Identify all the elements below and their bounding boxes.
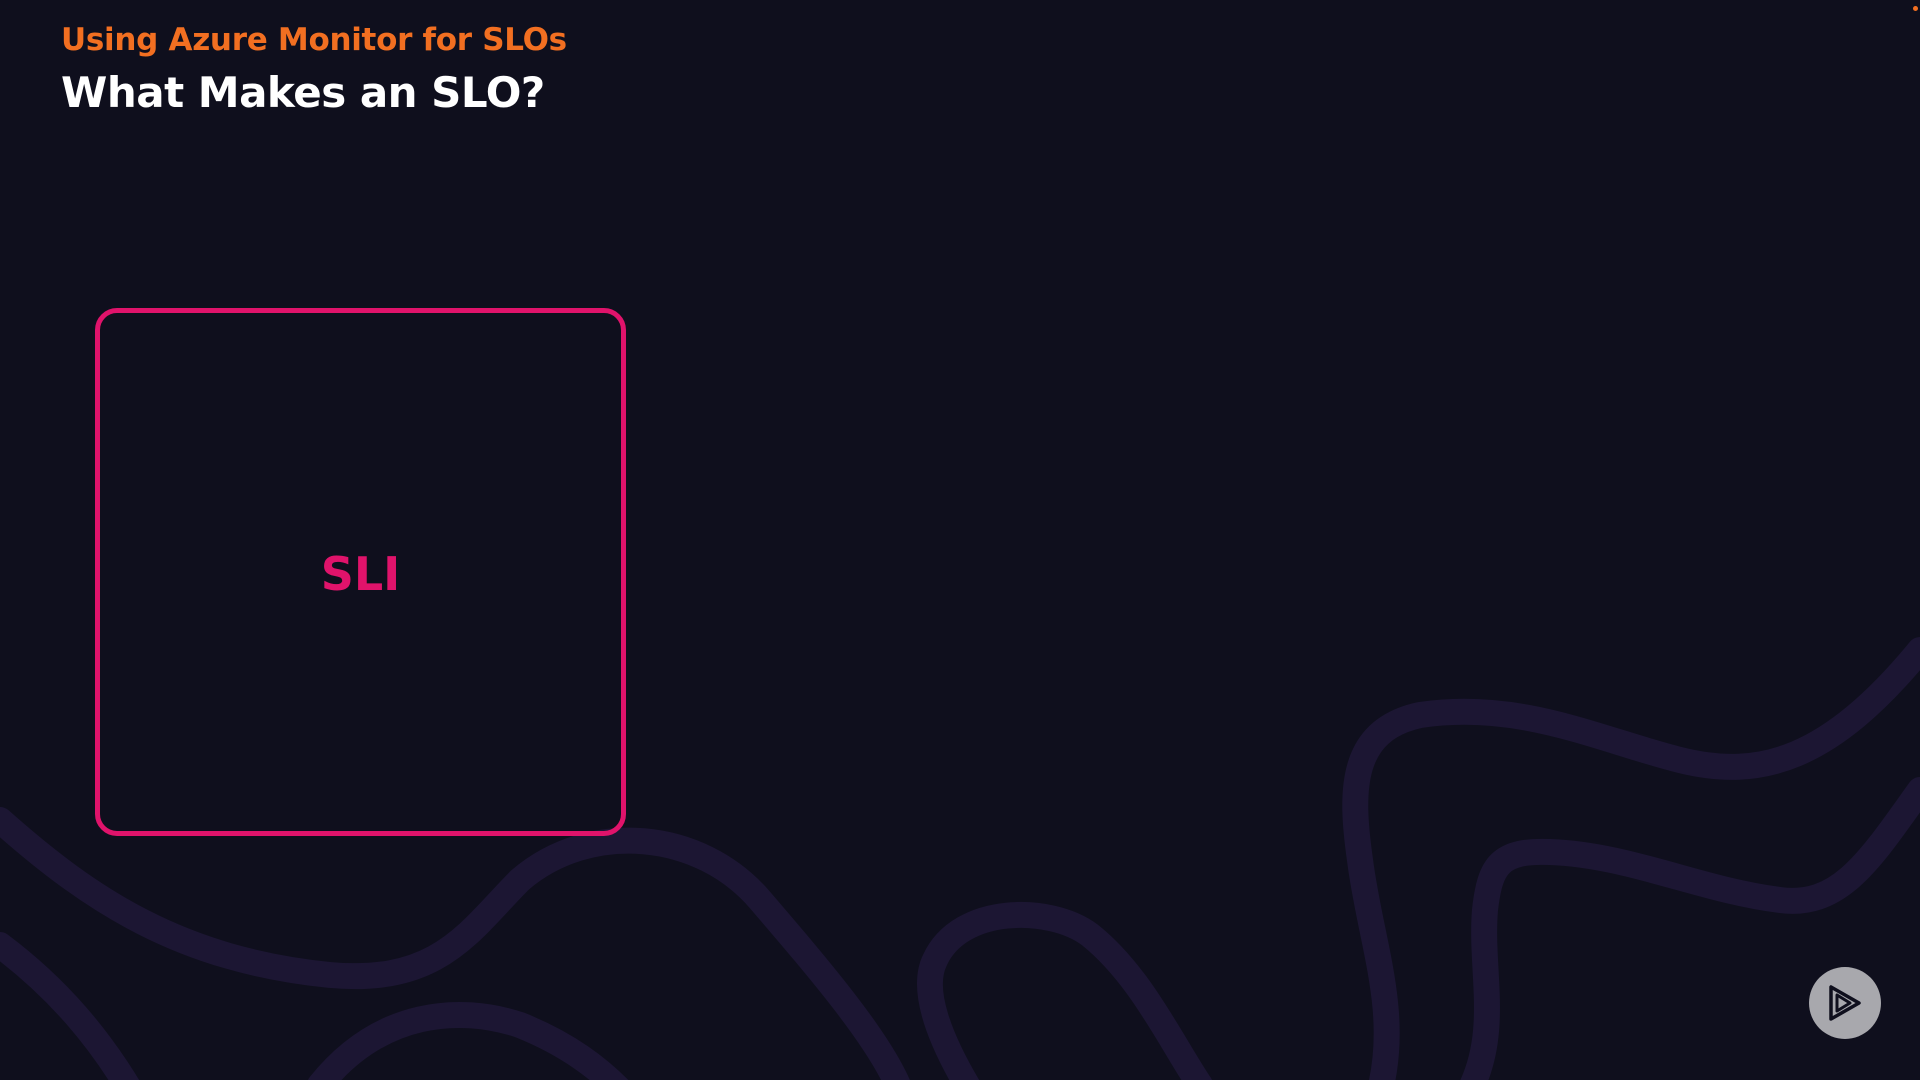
course-title: Using Azure Monitor for SLOs [61, 22, 567, 58]
sli-box: SLI [95, 308, 626, 836]
player-logo-button[interactable] [1809, 967, 1881, 1039]
corner-dot [1913, 6, 1918, 11]
sli-label: SLI [320, 547, 401, 601]
wave-line-1 [0, 807, 910, 1080]
wave-line-2 [0, 932, 140, 1080]
wave-line-4 [916, 902, 1212, 1080]
slide-heading: What Makes an SLO? [61, 68, 545, 117]
play-icon [1829, 985, 1861, 1021]
slide: Using Azure Monitor for SLOs What Makes … [0, 0, 1920, 1080]
wave-line-3 [308, 1001, 629, 1080]
